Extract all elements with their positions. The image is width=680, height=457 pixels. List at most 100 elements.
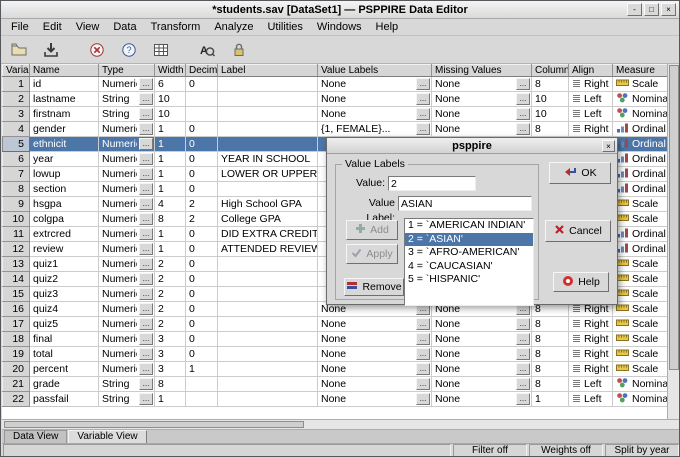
width-cell[interactable]: 1 — [155, 182, 186, 197]
label-cell[interactable] — [218, 347, 318, 362]
row-number-cell[interactable]: 13 — [3, 257, 30, 272]
columns-cell[interactable]: 10 — [532, 92, 569, 107]
missing-values-cell[interactable]: None... — [432, 392, 532, 407]
tab-data-view[interactable]: Data View — [4, 430, 67, 443]
name-cell[interactable]: review — [30, 242, 99, 257]
type-ellipsis-button[interactable]: ... — [139, 138, 153, 150]
value-labels-ellipsis-button[interactable]: ... — [416, 123, 430, 135]
missing-values-ellipsis-button[interactable]: ... — [516, 123, 530, 135]
missing-values-ellipsis-button[interactable]: ... — [516, 108, 530, 120]
row-number-cell[interactable]: 16 — [3, 302, 30, 317]
type-ellipsis-button[interactable]: ... — [139, 153, 153, 165]
measure-cell[interactable]: Scale — [613, 362, 668, 377]
align-cell[interactable]: Left — [569, 392, 613, 407]
name-cell[interactable]: ethnicit — [30, 137, 99, 152]
type-cell[interactable]: Numeric... — [99, 227, 155, 242]
label-cell[interactable]: YEAR IN SCHOOL — [218, 152, 318, 167]
measure-cell[interactable]: Ordinal — [613, 152, 668, 167]
type-ellipsis-button[interactable]: ... — [139, 243, 153, 255]
missing-values-cell[interactable]: None... — [432, 77, 532, 92]
missing-values-ellipsis-button[interactable]: ... — [516, 378, 530, 390]
decimals-cell[interactable]: 0 — [186, 152, 218, 167]
find-button[interactable]: A — [194, 38, 220, 62]
value-labels-cell[interactable]: None... — [318, 92, 432, 107]
row-number-cell[interactable]: 19 — [3, 347, 30, 362]
close-button[interactable]: × — [661, 3, 676, 16]
dialog-title-bar[interactable]: psppire × — [327, 138, 617, 154]
row-number-cell[interactable]: 9 — [3, 197, 30, 212]
value-labels-ellipsis-button[interactable]: ... — [416, 348, 430, 360]
decimals-cell[interactable]: 0 — [186, 332, 218, 347]
row-number-cell[interactable]: 18 — [3, 332, 30, 347]
type-cell[interactable]: Numeric... — [99, 317, 155, 332]
width-cell[interactable]: 2 — [155, 287, 186, 302]
name-cell[interactable]: extrcred — [30, 227, 99, 242]
type-cell[interactable]: String... — [99, 92, 155, 107]
measure-cell[interactable]: Scale — [613, 257, 668, 272]
value-label-item[interactable]: 1 = `AMERICAN INDIAN' — [405, 219, 533, 233]
type-cell[interactable]: String... — [99, 377, 155, 392]
grid-button[interactable] — [148, 38, 174, 62]
label-cell[interactable] — [218, 302, 318, 317]
value-labels-cell[interactable]: {1, FEMALE}...... — [318, 122, 432, 137]
status-split-by-year[interactable]: Split by year — [605, 444, 679, 457]
label-cell[interactable] — [218, 377, 318, 392]
value-labels-ellipsis-button[interactable]: ... — [416, 318, 430, 330]
value-labels-cell[interactable]: None... — [318, 317, 432, 332]
label-cell[interactable]: LOWER OR UPPER DIVIS — [218, 167, 318, 182]
open-button[interactable] — [6, 38, 32, 62]
align-cell[interactable]: Left — [569, 92, 613, 107]
type-cell[interactable]: Numeric... — [99, 122, 155, 137]
type-cell[interactable]: Numeric... — [99, 362, 155, 377]
measure-cell[interactable]: Nominal — [613, 107, 668, 122]
name-cell[interactable]: total — [30, 347, 99, 362]
name-cell[interactable]: quiz2 — [30, 272, 99, 287]
columns-cell[interactable]: 1 — [532, 392, 569, 407]
type-cell[interactable]: Numeric... — [99, 257, 155, 272]
label-cell[interactable] — [218, 137, 318, 152]
column-header-missing-values[interactable]: Missing Values — [432, 65, 532, 77]
decimals-cell[interactable]: 0 — [186, 167, 218, 182]
type-ellipsis-button[interactable]: ... — [139, 108, 153, 120]
row-number-cell[interactable]: 14 — [3, 272, 30, 287]
type-ellipsis-button[interactable]: ... — [139, 303, 153, 315]
type-cell[interactable]: Numeric... — [99, 152, 155, 167]
width-cell[interactable]: 1 — [155, 137, 186, 152]
type-ellipsis-button[interactable]: ... — [139, 288, 153, 300]
decimals-cell[interactable]: 0 — [186, 77, 218, 92]
measure-cell[interactable]: Ordinal — [613, 182, 668, 197]
name-cell[interactable]: id — [30, 77, 99, 92]
value-labels-ellipsis-button[interactable]: ... — [416, 78, 430, 90]
value-labels-ellipsis-button[interactable]: ... — [416, 93, 430, 105]
measure-cell[interactable]: Scale — [613, 212, 668, 227]
name-cell[interactable]: quiz5 — [30, 317, 99, 332]
width-cell[interactable]: 1 — [155, 227, 186, 242]
columns-cell[interactable]: 8 — [532, 332, 569, 347]
cancel-button[interactable]: Cancel — [545, 220, 611, 242]
width-cell[interactable]: 3 — [155, 347, 186, 362]
row-number-cell[interactable]: 20 — [3, 362, 30, 377]
title-bar[interactable]: *students.sav [DataSet1] — PSPPIRE Data … — [1, 1, 679, 19]
width-cell[interactable]: 8 — [155, 377, 186, 392]
type-cell[interactable]: Numeric... — [99, 167, 155, 182]
label-cell[interactable] — [218, 287, 318, 302]
value-labels-ellipsis-button[interactable]: ... — [416, 393, 430, 405]
label-cell[interactable] — [218, 77, 318, 92]
columns-cell[interactable]: 8 — [532, 317, 569, 332]
width-cell[interactable]: 3 — [155, 332, 186, 347]
menu-item-data[interactable]: Data — [106, 20, 143, 34]
type-cell[interactable]: Numeric... — [99, 287, 155, 302]
menu-item-windows[interactable]: Windows — [310, 20, 369, 34]
type-ellipsis-button[interactable]: ... — [139, 393, 153, 405]
width-cell[interactable]: 10 — [155, 107, 186, 122]
row-number-cell[interactable]: 15 — [3, 287, 30, 302]
columns-cell[interactable]: 8 — [532, 347, 569, 362]
width-cell[interactable]: 8 — [155, 212, 186, 227]
measure-cell[interactable]: Ordinal — [613, 242, 668, 257]
type-cell[interactable]: String... — [99, 392, 155, 407]
type-cell[interactable]: Numeric... — [99, 197, 155, 212]
row-number-cell[interactable]: 3 — [3, 107, 30, 122]
row-number-cell[interactable]: 5 — [3, 137, 30, 152]
goto-case-button[interactable] — [84, 38, 110, 62]
type-ellipsis-button[interactable]: ... — [139, 333, 153, 345]
